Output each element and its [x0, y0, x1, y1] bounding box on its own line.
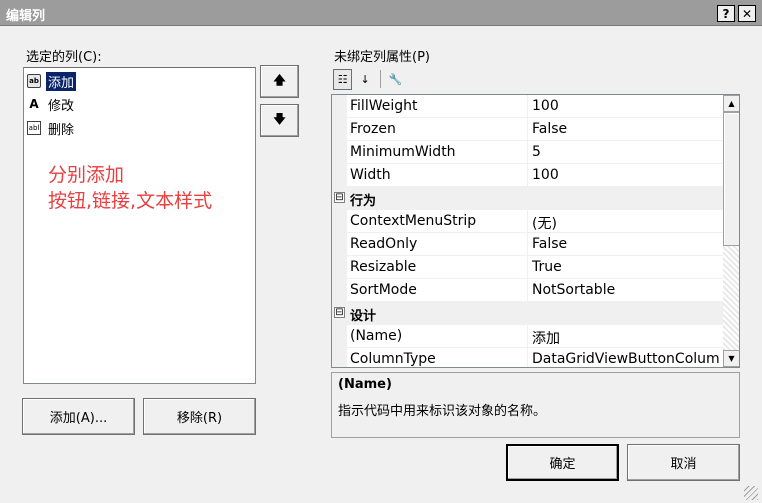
description-title: (Name) [338, 377, 392, 392]
list-item[interactable]: A 修改 [27, 94, 76, 114]
ok-button[interactable]: 确定 [506, 444, 619, 481]
property-row[interactable]: SortMode NotSortable [332, 279, 723, 302]
property-name: Resizable [350, 259, 417, 275]
link-column-icon: A [29, 97, 39, 111]
property-value[interactable]: True [532, 259, 562, 275]
property-name: SortMode [350, 282, 417, 298]
category-row-behavior[interactable]: ⊟ 行为 [332, 187, 723, 210]
property-row[interactable]: FillWeight 100 [332, 95, 723, 118]
properties-label: 未绑定列属性(P) [334, 50, 430, 65]
property-grid-scrollbar[interactable]: ▲ ▼ [723, 95, 739, 367]
property-toolbar: ☷ ↓ 🔧 [333, 67, 405, 91]
move-down-button[interactable]: 🡇 [260, 104, 299, 137]
list-item-label: 添加 [46, 71, 77, 91]
title-bar: 编辑列 ? ✕ [0, 0, 762, 26]
property-value[interactable]: False [532, 236, 567, 252]
property-name: MinimumWidth [350, 144, 456, 160]
collapse-icon[interactable]: ⊟ [334, 192, 345, 203]
scroll-thumb[interactable] [723, 112, 739, 246]
button-column-icon: ab [27, 74, 41, 88]
property-row[interactable]: Width 100 [332, 164, 723, 187]
property-name: Frozen [350, 121, 396, 137]
property-value[interactable]: (无) [532, 213, 557, 233]
property-name: FillWeight [350, 98, 418, 114]
property-value[interactable]: DataGridViewButtonColum [532, 351, 720, 367]
property-pages-icon[interactable]: 🔧 [386, 69, 405, 90]
list-item-label: 删除 [48, 122, 75, 138]
property-grid[interactable]: FillWeight 100 Frozen False MinimumWidth… [331, 94, 740, 368]
window-title: 编辑列 [6, 9, 46, 24]
property-value[interactable]: NotSortable [532, 282, 615, 298]
list-item[interactable]: ab 添加 [27, 71, 77, 91]
property-value[interactable]: 100 [532, 167, 559, 183]
alphabetical-sort-icon[interactable]: ↓ [355, 69, 374, 90]
category-label: 行为 [350, 194, 377, 209]
text-column-icon: abl [27, 121, 41, 135]
property-value[interactable]: 5 [532, 144, 541, 160]
add-column-button[interactable]: 添加(A)... [22, 398, 135, 435]
property-row[interactable]: ContextMenuStrip (无) [332, 210, 723, 233]
selected-columns-list[interactable]: ab 添加 A 修改 abl 删除 分别添加 按钮,链接,文本样式 [23, 67, 256, 384]
selected-columns-label: 选定的列(C): [26, 50, 102, 65]
category-row-design[interactable]: ⊟ 设计 [332, 302, 723, 325]
property-name: ContextMenuStrip [350, 213, 477, 229]
property-name: ColumnType [350, 351, 436, 367]
move-up-button[interactable]: 🡅 [260, 65, 299, 98]
scroll-up-icon[interactable]: ▲ [723, 95, 739, 112]
property-value[interactable]: False [532, 121, 567, 137]
help-button[interactable]: ? [717, 5, 735, 22]
description-text: 指示代码中用来标识该对象的名称。 [338, 404, 547, 419]
toolbar-separator [379, 70, 381, 88]
close-button[interactable]: ✕ [738, 5, 756, 22]
property-value[interactable]: 100 [532, 98, 559, 114]
property-name: Width [350, 167, 391, 183]
resize-grip[interactable] [744, 486, 758, 500]
property-value[interactable]: 添加 [532, 328, 560, 348]
property-name: ReadOnly [350, 236, 418, 252]
scroll-down-icon[interactable]: ▼ [723, 350, 739, 367]
property-row[interactable]: Frozen False [332, 118, 723, 141]
categorized-view-icon[interactable]: ☷ [333, 68, 353, 90]
annotation-line-1: 分别添加 [48, 164, 125, 186]
property-description-panel: (Name) 指示代码中用来标识该对象的名称。 [331, 372, 740, 438]
category-label: 设计 [350, 309, 377, 324]
annotation-line-2: 按钮,链接,文本样式 [48, 190, 213, 212]
collapse-icon[interactable]: ⊟ [334, 307, 345, 318]
property-row[interactable]: (Name) 添加 [332, 325, 723, 348]
property-row[interactable]: MinimumWidth 5 [332, 141, 723, 164]
property-name: (Name) [350, 328, 403, 344]
property-row[interactable]: ColumnType DataGridViewButtonColum [332, 348, 723, 367]
property-row[interactable]: Resizable True [332, 256, 723, 279]
property-row[interactable]: ReadOnly False [332, 233, 723, 256]
cancel-button[interactable]: 取消 [627, 444, 740, 481]
list-item[interactable]: abl 删除 [27, 118, 76, 138]
remove-column-button[interactable]: 移除(R) [143, 398, 256, 435]
list-item-label: 修改 [48, 98, 75, 114]
